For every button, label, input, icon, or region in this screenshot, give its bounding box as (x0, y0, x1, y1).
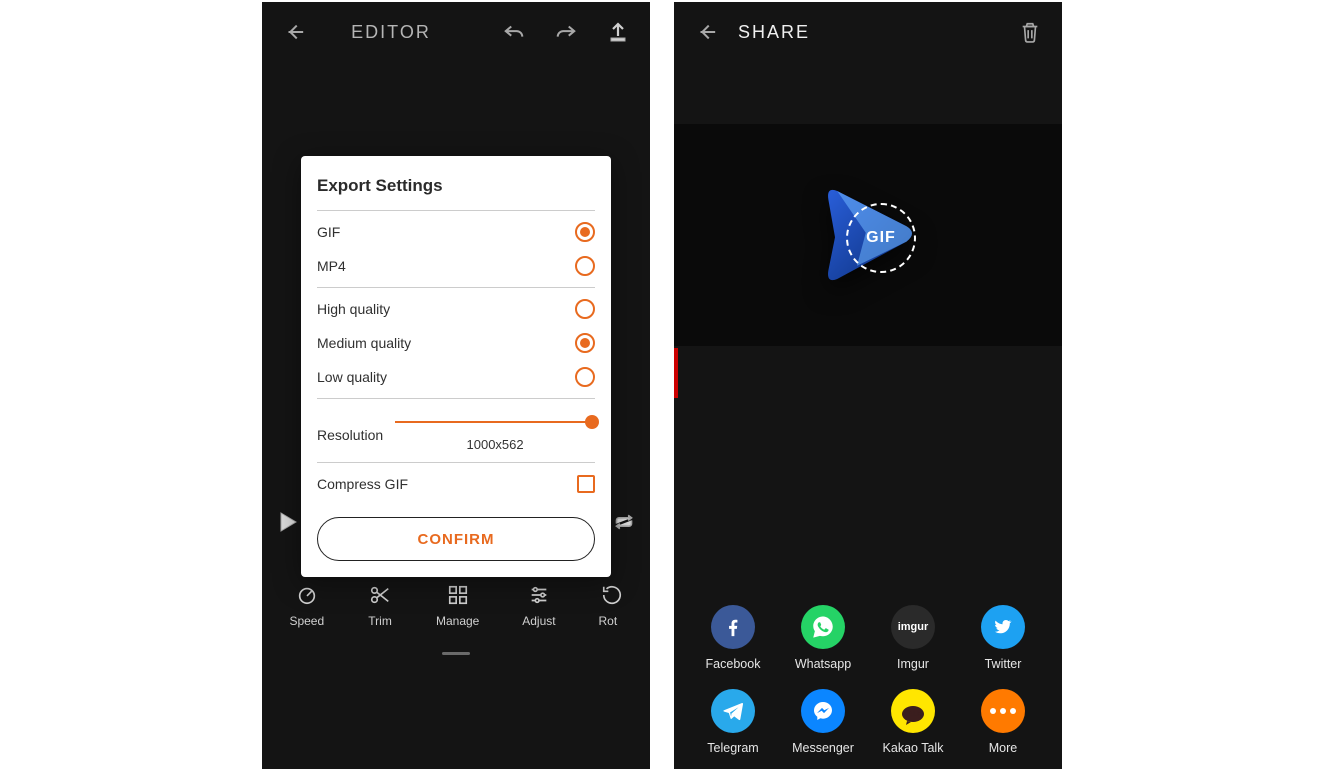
format-gif-label: GIF (317, 224, 340, 240)
play-icon[interactable] (276, 510, 300, 534)
whatsapp-icon (801, 605, 845, 649)
editor-title: EDITOR (280, 22, 502, 43)
share-kakao[interactable]: TALK Kakao Talk (868, 689, 958, 755)
resolution-label: Resolution (317, 413, 383, 443)
messenger-icon (801, 689, 845, 733)
share-kakao-label: Kakao Talk (883, 741, 944, 755)
back-icon[interactable] (694, 20, 718, 44)
speed-icon (294, 582, 320, 608)
manage-icon (445, 582, 471, 608)
facebook-icon (711, 605, 755, 649)
share-telegram-label: Telegram (707, 741, 758, 755)
share-telegram[interactable]: Telegram (688, 689, 778, 755)
share-whatsapp[interactable]: Whatsapp (778, 605, 868, 671)
tool-adjust[interactable]: Adjust (522, 582, 555, 628)
kakao-icon: TALK (891, 689, 935, 733)
radio-icon (575, 333, 595, 353)
undo-icon[interactable] (502, 20, 526, 44)
adjust-icon (526, 582, 552, 608)
format-option-mp4[interactable]: MP4 (317, 249, 595, 283)
loop-icon[interactable] (612, 510, 636, 534)
quality-group: High quality Medium quality Low quality (317, 287, 595, 398)
page-indicator (442, 652, 470, 655)
share-imgur-label: Imgur (897, 657, 929, 671)
tool-manage-label: Manage (436, 614, 479, 628)
export-icon[interactable] (606, 20, 630, 44)
share-facebook-label: Facebook (706, 657, 761, 671)
share-twitter-label: Twitter (985, 657, 1022, 671)
tool-adjust-label: Adjust (522, 614, 555, 628)
selection-indicator (674, 348, 678, 398)
tool-speed[interactable]: Speed (289, 582, 324, 628)
quality-high-label: High quality (317, 301, 390, 317)
quality-option-low[interactable]: Low quality (317, 360, 595, 394)
share-facebook[interactable]: Facebook (688, 605, 778, 671)
export-settings-modal: Export Settings GIF MP4 High quality Med… (301, 156, 611, 577)
editor-toolbar: Speed Trim Manage Adjust Rot (262, 582, 650, 628)
export-settings-title: Export Settings (317, 176, 595, 196)
kakao-text: TALK (904, 711, 922, 718)
resolution-group: Resolution 1000x562 (317, 398, 595, 462)
share-title: SHARE (738, 22, 810, 43)
format-option-gif[interactable]: GIF (317, 215, 595, 249)
checkbox-icon (577, 475, 595, 493)
confirm-button[interactable]: CONFIRM (317, 517, 595, 561)
resolution-slider[interactable] (395, 413, 595, 431)
gif-badge: GIF (846, 203, 916, 273)
editor-header: EDITOR (262, 2, 650, 62)
share-twitter[interactable]: Twitter (958, 605, 1048, 671)
resolution-value: 1000x562 (467, 437, 524, 452)
redo-icon[interactable] (554, 20, 578, 44)
quality-option-medium[interactable]: Medium quality (317, 326, 595, 360)
compress-label: Compress GIF (317, 476, 408, 492)
radio-icon (575, 256, 595, 276)
quality-medium-label: Medium quality (317, 335, 411, 351)
format-mp4-label: MP4 (317, 258, 346, 274)
share-grid: Facebook Whatsapp imgur Imgur Twitter (674, 605, 1062, 761)
share-screen: SHARE GIF (674, 2, 1062, 769)
share-preview[interactable]: GIF (674, 124, 1062, 346)
tool-rotate-label: Rot (599, 614, 618, 628)
tool-manage[interactable]: Manage (436, 582, 479, 628)
share-imgur[interactable]: imgur Imgur (868, 605, 958, 671)
share-whatsapp-label: Whatsapp (795, 657, 851, 671)
twitter-icon (981, 605, 1025, 649)
imgur-icon: imgur (891, 605, 935, 649)
quality-low-label: Low quality (317, 369, 387, 385)
telegram-icon (711, 689, 755, 733)
radio-icon (575, 299, 595, 319)
more-icon (981, 689, 1025, 733)
tool-rotate[interactable]: Rot (599, 582, 623, 628)
tool-trim[interactable]: Trim (367, 582, 393, 628)
tool-speed-label: Speed (289, 614, 324, 628)
share-messenger-label: Messenger (792, 741, 854, 755)
share-header: SHARE (674, 2, 1062, 62)
format-group: GIF MP4 (317, 210, 595, 287)
quality-option-high[interactable]: High quality (317, 292, 595, 326)
preview-logo-icon: GIF (808, 175, 928, 295)
share-messenger[interactable]: Messenger (778, 689, 868, 755)
share-more[interactable]: More (958, 689, 1048, 755)
share-more-label: More (989, 741, 1017, 755)
radio-icon (575, 222, 595, 242)
rotate-icon (599, 582, 623, 608)
trim-icon (367, 582, 393, 608)
compress-toggle[interactable]: Compress GIF (317, 467, 595, 501)
editor-screen: EDITOR (262, 2, 650, 769)
radio-icon (575, 367, 595, 387)
compress-group: Compress GIF (317, 462, 595, 505)
trash-icon[interactable] (1018, 20, 1042, 44)
tool-trim-label: Trim (368, 614, 392, 628)
